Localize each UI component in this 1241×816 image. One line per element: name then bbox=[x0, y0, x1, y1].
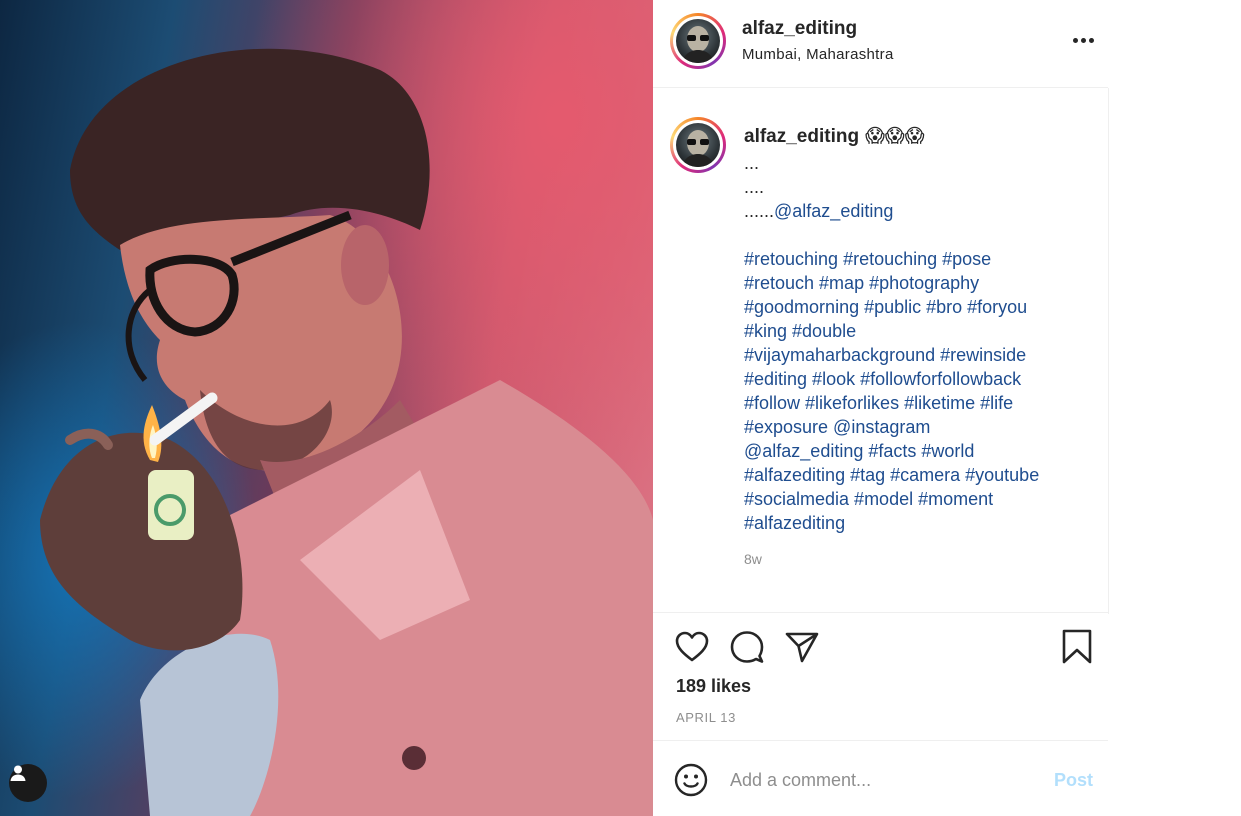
comment-button[interactable] bbox=[729, 629, 765, 665]
caption-dots: ... .... ...... bbox=[744, 153, 775, 221]
post-date[interactable]: APRIL 13 bbox=[676, 710, 736, 725]
post-photo[interactable] bbox=[0, 0, 653, 816]
emoji-button[interactable] bbox=[674, 763, 708, 797]
smiley-icon bbox=[674, 763, 708, 797]
heart-icon bbox=[675, 631, 709, 662]
caption-mention[interactable]: @alfaz_editing bbox=[774, 201, 893, 221]
caption-time-ago: 8w bbox=[744, 551, 762, 567]
like-button[interactable] bbox=[674, 629, 710, 665]
user-icon bbox=[10, 765, 26, 781]
tagged-users-button[interactable] bbox=[9, 764, 47, 802]
caption-emoji: 😱😱😱 bbox=[865, 126, 925, 147]
caption-header: alfaz_editing 😱😱😱 bbox=[744, 125, 925, 148]
panel-divider bbox=[1108, 88, 1109, 614]
comment-bubble-icon bbox=[730, 631, 764, 663]
more-horizontal-icon bbox=[1072, 37, 1078, 43]
bookmark-icon bbox=[1062, 629, 1092, 664]
photo-illustration bbox=[40, 48, 653, 816]
author-avatar[interactable] bbox=[670, 13, 726, 69]
share-button[interactable] bbox=[784, 629, 820, 665]
more-dot bbox=[1088, 37, 1094, 43]
like-count[interactable]: 189 likes bbox=[676, 676, 751, 697]
post-location[interactable]: Mumbai, Maharashtra bbox=[742, 46, 894, 63]
save-button[interactable] bbox=[1059, 629, 1095, 665]
more-options-button[interactable] bbox=[1069, 28, 1097, 52]
caption-username[interactable]: alfaz_editing bbox=[744, 126, 859, 147]
post-details-panel: alfaz_editing Mumbai, Maharashtra alfaz_… bbox=[653, 0, 1108, 816]
caption-author-avatar[interactable] bbox=[670, 117, 726, 173]
comment-bar: Post bbox=[653, 740, 1108, 816]
caption-hashtags[interactable]: #retouching #retouching #pose #retouch #… bbox=[744, 249, 1039, 533]
post-header: alfaz_editing Mumbai, Maharashtra bbox=[653, 0, 1108, 88]
paper-plane-icon bbox=[785, 632, 819, 663]
author-username[interactable]: alfaz_editing bbox=[742, 18, 857, 40]
more-dot bbox=[1080, 37, 1086, 43]
avatar-face-icon bbox=[682, 130, 714, 167]
post-comment-button[interactable]: Post bbox=[1054, 770, 1093, 791]
avatar-face-icon bbox=[682, 26, 714, 63]
comment-input[interactable] bbox=[730, 765, 1030, 795]
post-actions: 189 likes APRIL 13 bbox=[653, 612, 1108, 740]
caption-section: alfaz_editing 😱😱😱 ... .... ......@alfaz_e… bbox=[653, 89, 1108, 611]
caption-body: ... .... ......@alfaz_editing #retouchin… bbox=[744, 151, 1094, 535]
